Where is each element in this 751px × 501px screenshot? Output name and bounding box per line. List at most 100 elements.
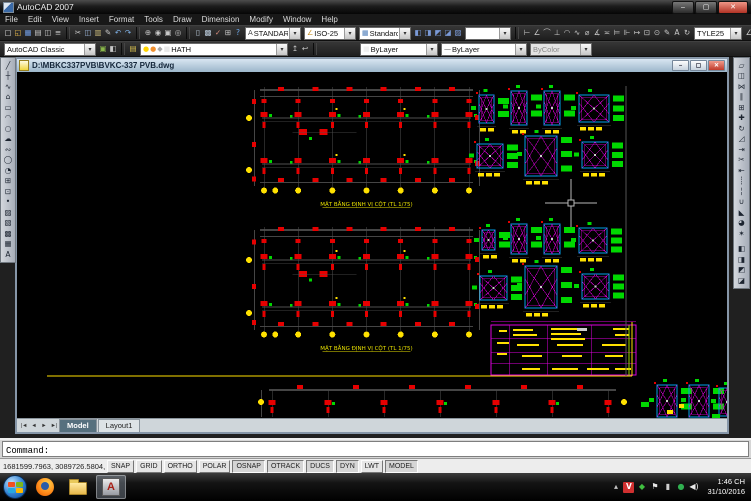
menu-help[interactable]: Help (316, 15, 342, 24)
dim-baseline-icon[interactable]: ⊨ (612, 27, 622, 40)
draworder-above-icon[interactable]: ◩ (736, 265, 748, 276)
dim-ordinate-icon[interactable]: ⊥ (552, 27, 562, 40)
circle-icon[interactable]: ○ (2, 123, 14, 134)
toggle-model[interactable]: MODEL (385, 460, 418, 473)
ime-icon[interactable]: ◆ (636, 482, 647, 493)
table-style-combo[interactable]: ▦Standard▾ (359, 27, 411, 40)
layer-previous-icon[interactable]: ↩ (300, 43, 310, 56)
tab-nav-button[interactable]: ◄ (29, 423, 39, 429)
save-icon[interactable]: ▦ (23, 27, 33, 40)
my-workspace-icon[interactable]: ◧ (108, 43, 118, 56)
polygon-icon[interactable]: ⌂ (2, 92, 14, 103)
explode-icon[interactable]: ✶ (736, 228, 748, 239)
scale-icon[interactable]: ◿ (736, 134, 748, 145)
layer-isolate-icon[interactable]: ◨ (423, 27, 433, 40)
toggle-dyn[interactable]: DYN (336, 460, 359, 473)
doc-minimize-button[interactable]: – (672, 60, 689, 71)
erase-icon[interactable]: ▱ (736, 60, 748, 71)
toggle-otrack[interactable]: OTRACK (267, 460, 304, 473)
maximize-button[interactable]: ▢ (695, 1, 717, 14)
help-icon[interactable]: ? (233, 27, 243, 40)
layer-combo[interactable]: ●●◆■HATH▾ (140, 43, 288, 56)
dim-style-manager-icon[interactable]: ∠ (744, 27, 751, 40)
chamfer-icon[interactable]: ◣ (736, 207, 748, 218)
unnamed-combo[interactable]: ▾ (465, 27, 511, 40)
unikey-icon[interactable]: V (623, 482, 634, 493)
cut-icon[interactable]: ✂ (73, 27, 83, 40)
tab-layout1[interactable]: Layout1 (98, 419, 141, 432)
break-icon[interactable]: ╎ (736, 186, 748, 197)
fillet-icon[interactable]: ◕ (736, 218, 748, 229)
match-properties-icon[interactable]: ✎ (103, 27, 113, 40)
dim-edit-icon[interactable]: ✎ (662, 27, 672, 40)
workspace-settings-icon[interactable]: ▣ (98, 43, 108, 56)
menu-file[interactable]: File (0, 15, 23, 24)
arc-icon[interactable]: ◠ (2, 113, 14, 124)
layer-properties-icon[interactable]: ▤ (128, 43, 138, 56)
rotate-icon[interactable]: ↻ (736, 123, 748, 134)
dim-continue-icon[interactable]: ⊩ (622, 27, 632, 40)
dim-jogged-icon[interactable]: ∿ (572, 27, 582, 40)
plot-icon[interactable]: ▤ (33, 27, 43, 40)
toggle-grid[interactable]: GRID (136, 460, 162, 473)
dim-style-combo-2[interactable]: TYLE25▾ (694, 27, 742, 40)
start-button[interactable] (3, 475, 27, 499)
polyline-icon[interactable]: ∿ (2, 81, 14, 92)
hatch-icon[interactable]: ▨ (2, 207, 14, 218)
zoom-realtime-icon[interactable]: ◉ (153, 27, 163, 40)
redo-icon[interactable]: ↷ (123, 27, 133, 40)
toggle-ducs[interactable]: DUCS (306, 460, 334, 473)
array-icon[interactable]: ⊞ (736, 102, 748, 113)
tab-nav-button[interactable]: |◄ (19, 423, 29, 429)
rectangle-icon[interactable]: ▭ (2, 102, 14, 113)
dim-diameter-icon[interactable]: ⌀ (582, 27, 592, 40)
workspace-combo[interactable]: AutoCAD Classic▾ (4, 43, 96, 56)
dim-aligned-icon[interactable]: ∠ (532, 27, 542, 40)
break-at-point-icon[interactable]: ┊ (736, 176, 748, 187)
join-icon[interactable]: ∪ (736, 197, 748, 208)
dim-radius-icon[interactable]: ◠ (562, 27, 572, 40)
insert-block-icon[interactable]: ⊞ (2, 176, 14, 187)
minimize-button[interactable]: – (672, 1, 694, 14)
dim-text-edit-icon[interactable]: A (672, 27, 682, 40)
tab-nav-button[interactable]: ►| (49, 423, 59, 429)
menu-window[interactable]: Window (278, 15, 316, 24)
toggle-snap[interactable]: SNAP (107, 460, 134, 473)
copy-icon[interactable]: ◫ (83, 27, 93, 40)
region-icon[interactable]: ▩ (2, 228, 14, 239)
sheet-set-icon[interactable]: ▩ (203, 27, 213, 40)
color-combo[interactable]: ■ByLayer▾ (360, 43, 438, 56)
antivirus-icon[interactable]: ● (675, 482, 686, 493)
trim-icon[interactable]: ✂ (736, 155, 748, 166)
toggle-ortho[interactable]: ORTHO (164, 460, 197, 473)
layer-freeze-icon[interactable]: ◪ (443, 27, 453, 40)
command-input-area[interactable]: Command: (2, 441, 749, 457)
toggle-lwt[interactable]: LWT (361, 460, 383, 473)
power-icon[interactable]: ▮ (662, 482, 673, 493)
volume-icon[interactable]: ◀) (688, 482, 699, 493)
linetype-combo[interactable]: —ByLayer▾ (441, 43, 527, 56)
plot-style-combo[interactable]: ByColor▾ (530, 43, 592, 56)
dim-linear-icon[interactable]: ⊢ (522, 27, 532, 40)
make-block-icon[interactable]: ⊡ (2, 186, 14, 197)
open-icon[interactable]: ◱ (13, 27, 23, 40)
dim-style-combo[interactable]: ∠ISO-25▾ (304, 27, 356, 40)
menu-tools[interactable]: Tools (139, 15, 168, 24)
tolerance-icon[interactable]: ⊡ (642, 27, 652, 40)
toggle-osnap[interactable]: OSNAP (232, 460, 265, 473)
zoom-window-icon[interactable]: ▣ (163, 27, 173, 40)
tab-model[interactable]: Model (59, 419, 97, 432)
taskbar-app-explorer[interactable] (63, 475, 93, 499)
mirror-icon[interactable]: ⋈ (736, 81, 748, 92)
menu-view[interactable]: View (47, 15, 74, 24)
document-titlebar[interactable]: D:\MBKC337PVB\BVKC-337 PVB.dwg – ▢ ✕ (17, 59, 727, 72)
draworder-front-icon[interactable]: ◧ (736, 244, 748, 255)
action-center-flag-icon[interactable]: ⚑ (649, 482, 660, 493)
command-window[interactable]: Command: (0, 438, 751, 458)
zoom-previous-icon[interactable]: ◎ (173, 27, 183, 40)
spline-icon[interactable]: ∾ (2, 144, 14, 155)
draworder-back-icon[interactable]: ◨ (736, 254, 748, 265)
make-object-layer-current-icon[interactable]: ↥ (290, 43, 300, 56)
coordinates-display[interactable]: 1681599.7963, 3089726.5804, 0.0000 (3, 462, 105, 471)
menu-insert[interactable]: Insert (74, 15, 104, 24)
